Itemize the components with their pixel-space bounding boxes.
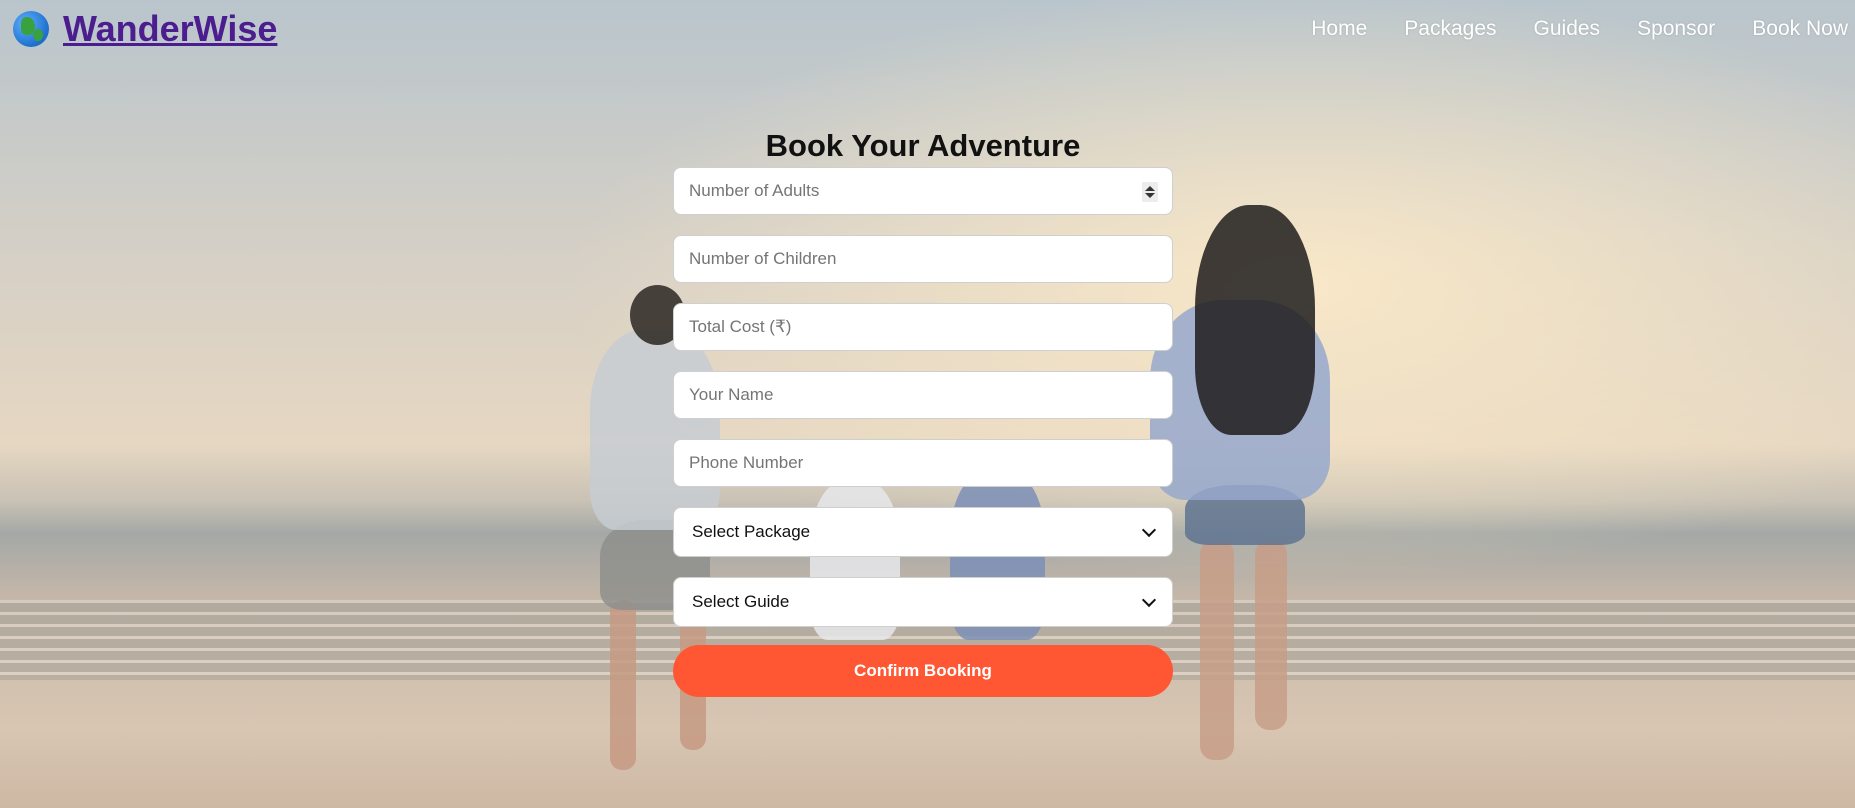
background-figure [610, 600, 636, 770]
children-input[interactable] [687, 248, 1159, 270]
phone-field-wrapper [673, 439, 1173, 487]
phone-input[interactable] [687, 452, 1159, 474]
background-figure [1255, 540, 1287, 730]
adults-input[interactable] [687, 180, 1159, 202]
children-field-wrapper [673, 235, 1173, 283]
background-figure [1200, 540, 1234, 760]
nav-guides-link[interactable]: Guides [1534, 17, 1601, 41]
nav-home-link[interactable]: Home [1311, 17, 1367, 41]
logo-link[interactable]: WanderWise [13, 8, 277, 50]
guide-select[interactable]: Select Guide [673, 577, 1173, 627]
name-field-wrapper [673, 371, 1173, 419]
nav-sponsor-link[interactable]: Sponsor [1637, 17, 1715, 41]
stepper-down-icon[interactable] [1145, 193, 1155, 198]
nav-book-now-link[interactable]: Book Now [1752, 17, 1848, 41]
logo-text: WanderWise [63, 8, 278, 49]
nav-packages-link[interactable]: Packages [1404, 17, 1496, 41]
adults-field-wrapper [673, 167, 1173, 215]
cost-field-wrapper [673, 303, 1173, 351]
stepper-up-icon[interactable] [1145, 186, 1155, 191]
chevron-down-icon [1141, 592, 1157, 607]
chevron-down-icon [1141, 522, 1157, 537]
main-nav: Home Packages Guides Sponsor Book Now [1311, 17, 1848, 41]
package-select[interactable]: Select Package [673, 507, 1173, 557]
total-cost-input[interactable] [687, 316, 1159, 338]
number-stepper[interactable] [1142, 182, 1158, 202]
form-title: Book Your Adventure [765, 128, 1081, 163]
package-select-value: Select Package [692, 522, 811, 541]
globe-icon [13, 11, 49, 47]
booking-form: Select Package Select Guide Confirm Book… [673, 167, 1173, 697]
name-input[interactable] [687, 384, 1159, 406]
confirm-booking-button[interactable]: Confirm Booking [673, 645, 1173, 697]
background-figure [1195, 205, 1315, 435]
guide-select-value: Select Guide [692, 592, 790, 611]
